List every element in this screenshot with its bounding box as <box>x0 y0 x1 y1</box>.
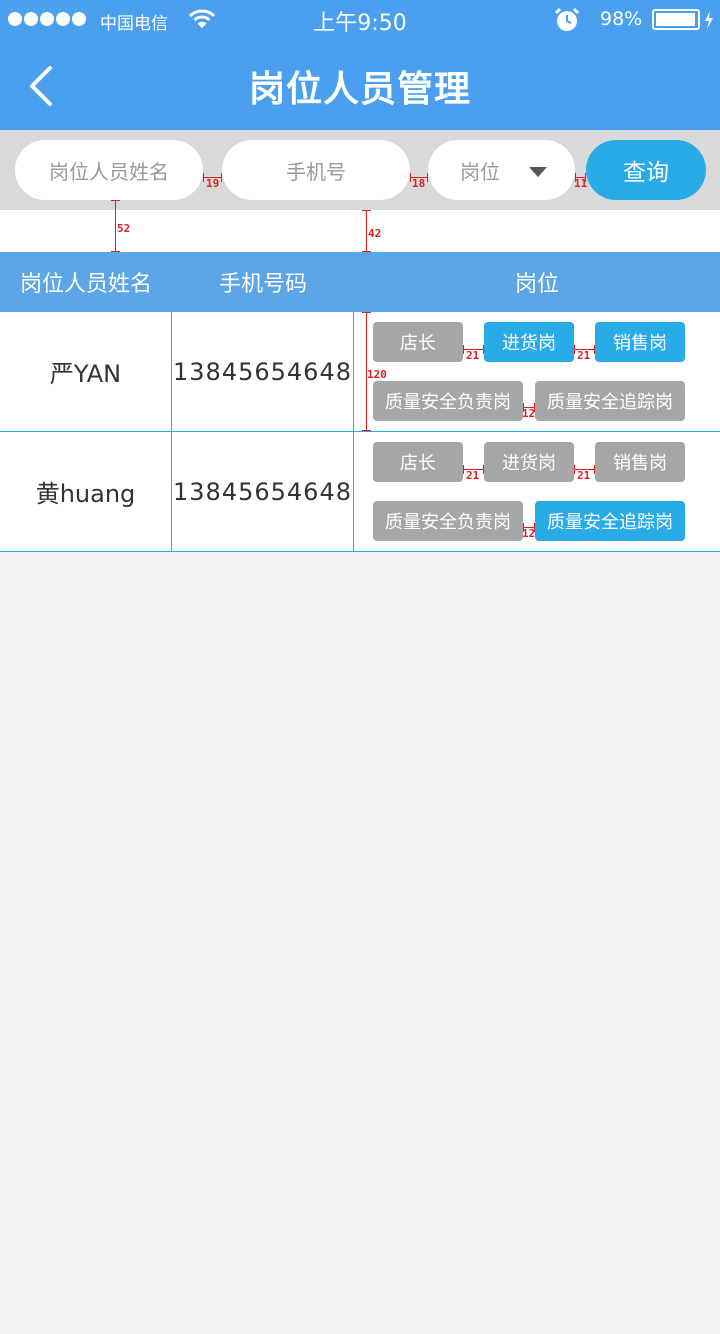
query-button[interactable]: 查询 <box>586 140 706 200</box>
name-placeholder: 岗位人员姓名 <box>49 159 169 184</box>
column-header-post: 岗位 <box>514 272 559 297</box>
search-bar: 岗位人员姓名 手机号 岗位 查询 19 18 11 <box>0 130 720 210</box>
battery-level-fill <box>656 13 696 26</box>
table-row: 黄huang 13845654648 店长 进货岗 销售岗 质量安全负责岗 质量… <box>0 432 720 552</box>
post-tag[interactable]: 质量安全追踪岗 <box>535 381 685 421</box>
post-tag[interactable]: 进货岗 <box>484 442 574 482</box>
battery-percent: 98% <box>600 8 643 30</box>
spacing-label: 21 <box>466 469 480 482</box>
name-search-input[interactable]: 岗位人员姓名 <box>15 140 203 200</box>
spacing-marker <box>111 200 120 252</box>
post-select[interactable]: 岗位 <box>428 140 575 200</box>
phone-placeholder: 手机号 <box>286 159 346 184</box>
post-tag[interactable]: 销售岗 <box>595 442 685 482</box>
column-header-phone: 手机号码 <box>218 272 307 297</box>
spacer-band: 52 42 <box>0 200 720 252</box>
spacing-label: 19 <box>206 177 220 190</box>
post-tag-group: 店长 进货岗 销售岗 质量安全负责岗 质量安全追踪岗 21 21 12 <box>354 432 720 551</box>
table-header: 岗位人员姓名 手机号码 岗位 <box>0 252 720 312</box>
post-tag-group: 店长 进货岗 销售岗 质量安全负责岗 质量安全追踪岗 120 21 21 12 <box>354 312 720 431</box>
charging-bolt-icon <box>705 11 713 29</box>
post-tag[interactable]: 质量安全追踪岗 <box>535 501 685 541</box>
alarm-clock-icon <box>554 7 580 31</box>
phone-search-input[interactable]: 手机号 <box>222 140 410 200</box>
spacing-marker <box>362 210 371 252</box>
status-bar: 中国电信 上午9:50 98% <box>0 0 720 40</box>
post-tag[interactable]: 销售岗 <box>595 322 685 362</box>
spacing-label: 52 <box>117 222 131 235</box>
spacing-label: 21 <box>577 469 591 482</box>
page-title: 岗位人员管理 <box>248 69 471 110</box>
staff-name: 黄huang <box>0 432 172 551</box>
spacing-label: 21 <box>466 349 480 362</box>
dropdown-caret-icon <box>529 167 547 177</box>
column-header-name: 岗位人员姓名 <box>19 272 152 297</box>
spacing-label: 12 <box>522 407 536 420</box>
post-tag[interactable]: 店长 <box>373 322 463 362</box>
post-tag[interactable]: 店长 <box>373 442 463 482</box>
post-tag[interactable]: 质量安全负责岗 <box>373 381 523 421</box>
spacing-label: 18 <box>412 177 426 190</box>
spacing-label: 120 <box>367 368 387 381</box>
spacing-label: 12 <box>522 527 536 540</box>
nav-header: 岗位人员管理 <box>0 40 720 130</box>
post-tag[interactable]: 质量安全负责岗 <box>373 501 523 541</box>
spacing-label: 42 <box>368 227 382 240</box>
staff-phone: 13845654648 <box>172 312 354 431</box>
staff-name: 严YAN <box>0 312 172 431</box>
spacing-label: 21 <box>577 349 591 362</box>
post-tag[interactable]: 进货岗 <box>484 322 574 362</box>
spacing-label: 11 <box>574 177 588 190</box>
table-row: 严YAN 13845654648 店长 进货岗 销售岗 质量安全负责岗 质量安全… <box>0 312 720 432</box>
post-placeholder: 岗位 <box>460 159 500 184</box>
query-button-label: 查询 <box>623 160 669 186</box>
battery-icon <box>652 9 700 30</box>
staff-phone: 13845654648 <box>172 432 354 551</box>
